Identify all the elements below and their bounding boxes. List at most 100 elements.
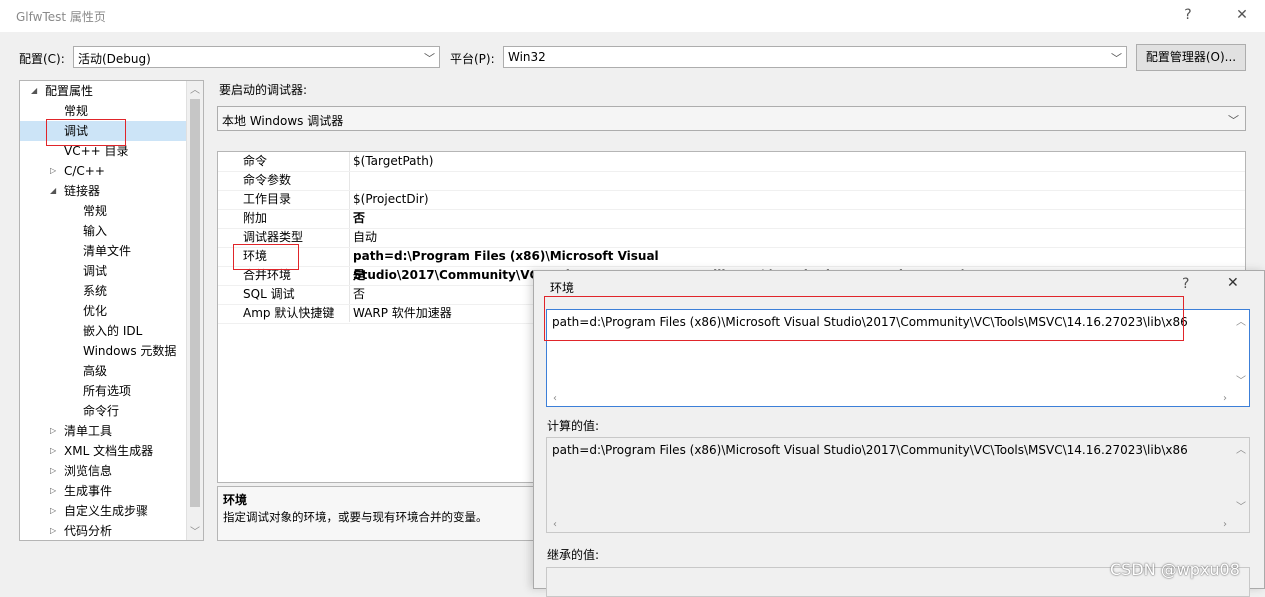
scroll-right-icon[interactable]: › xyxy=(1223,393,1227,404)
tree-item[interactable]: 调试 xyxy=(20,261,186,281)
tree-item-label: 自定义生成步骤 xyxy=(64,504,149,518)
config-manager-button[interactable]: 配置管理器(O)... xyxy=(1136,44,1246,71)
tree-item[interactable]: 清单文件 xyxy=(20,241,186,261)
collapsed-arrow-icon[interactable]: ▷ xyxy=(50,481,56,501)
property-tree: ◢ 配置属性 常规 调试 VC++ 目录 ▷ C/C++ ◢ 链接器 常规 输入 清单文件 调试 系统 优化… xyxy=(19,80,204,541)
scroll-left-icon[interactable]: ‹ xyxy=(553,393,557,404)
tree-item[interactable]: ▷ 浏览信息 xyxy=(20,461,186,481)
property-row[interactable]: 命令参数 xyxy=(218,171,1245,191)
scroll-right-icon[interactable]: › xyxy=(1223,519,1227,530)
tree-item[interactable]: 优化 xyxy=(20,301,186,321)
property-row[interactable]: 命令 $(TargetPath) xyxy=(218,152,1245,172)
tree-item[interactable]: 系统 xyxy=(20,281,186,301)
tree-item-label: 高级 xyxy=(83,364,108,378)
property-row[interactable]: 附加 否 xyxy=(218,209,1245,229)
scroll-up-icon[interactable]: ︿ xyxy=(190,81,200,96)
debugger-combo[interactable]: 本地 Windows 调试器 ﹀ xyxy=(217,106,1246,131)
property-row[interactable]: 调试器类型 自动 xyxy=(218,228,1245,248)
chevron-down-icon: ﹀ xyxy=(1228,114,1239,127)
dialog-title: 环境 xyxy=(550,281,575,295)
tree-item-label: C/C++ xyxy=(64,164,105,178)
scroll-down-icon[interactable]: ﹀ xyxy=(1236,498,1246,513)
config-value: 活动(Debug) xyxy=(78,52,151,66)
title-bar: GlfwTest 属性页 ? ✕ xyxy=(0,0,1265,32)
tree-item-label: 输入 xyxy=(83,224,108,238)
tree-item-label: 优化 xyxy=(83,304,108,318)
scroll-down-icon[interactable]: ﹀ xyxy=(1236,372,1246,387)
dialog-close-button[interactable]: ✕ xyxy=(1227,275,1239,291)
tree-item[interactable]: ▷ 自定义生成步骤 xyxy=(20,501,186,521)
chevron-down-icon: ﹀ xyxy=(1111,52,1122,65)
platform-label: 平台(P): xyxy=(450,52,495,66)
highlight-env-name xyxy=(233,244,299,270)
computed-value-box[interactable]: path=d:\Program Files (x86)\Microsoft Vi… xyxy=(546,437,1250,533)
tree-item-label: 所有选项 xyxy=(83,384,132,398)
scroll-up-icon[interactable]: ︿ xyxy=(1236,441,1246,456)
tree-item-label: 配置属性 xyxy=(45,84,94,98)
tree-item-label: 浏览信息 xyxy=(64,464,113,478)
collapsed-arrow-icon[interactable]: ▷ xyxy=(50,521,56,540)
scroll-left-icon[interactable]: ‹ xyxy=(553,519,557,530)
debugger-label: 要启动的调试器: xyxy=(219,83,308,97)
expanded-arrow-icon[interactable]: ◢ xyxy=(31,81,37,101)
tree-item[interactable]: ▷ 代码分析 xyxy=(20,521,186,540)
tree-item-label: 链接器 xyxy=(64,184,101,198)
tree-scroll-thumb[interactable] xyxy=(190,99,200,507)
tree-item-label: 常规 xyxy=(83,204,108,218)
tree-item[interactable]: ▷ XML 文档生成器 xyxy=(20,441,186,461)
tree-scrollbar[interactable]: ︿ ﹀ xyxy=(186,81,203,540)
dialog-help-button[interactable]: ? xyxy=(1182,276,1189,292)
collapsed-arrow-icon[interactable]: ▷ xyxy=(50,441,56,461)
scroll-down-icon[interactable]: ﹀ xyxy=(190,523,200,538)
tree-item[interactable]: ▷ 生成事件 xyxy=(20,481,186,501)
description-panel: 环境 指定调试对象的环境，或要与现有环境合并的变量。 xyxy=(217,486,542,541)
property-name: Amp 默认快捷键 xyxy=(243,306,335,320)
tree-item[interactable]: 所有选项 xyxy=(20,381,186,401)
property-value: 是 xyxy=(353,268,366,282)
expanded-arrow-icon[interactable]: ◢ xyxy=(50,181,56,201)
config-combo[interactable]: 活动(Debug) ﹀ xyxy=(73,46,440,68)
inherited-label: 继承的值: xyxy=(547,548,600,562)
description-title: 环境 xyxy=(223,493,248,507)
chevron-down-icon: ﹀ xyxy=(424,52,435,65)
close-button[interactable]: ✕ xyxy=(1227,4,1257,26)
tree-item-label: 清单文件 xyxy=(83,244,132,258)
tree-item[interactable]: 命令行 xyxy=(20,401,186,421)
tree-item[interactable]: 高级 xyxy=(20,361,186,381)
property-name: 附加 xyxy=(243,211,268,225)
tree-item-label: 命令行 xyxy=(83,404,120,418)
computed-label: 计算的值: xyxy=(547,419,600,433)
tree-item[interactable]: 嵌入的 IDL xyxy=(20,321,186,341)
tree-item[interactable]: Windows 元数据 xyxy=(20,341,186,361)
platform-combo[interactable]: Win32 ﹀ xyxy=(503,46,1127,68)
tree-item[interactable]: 常规 xyxy=(20,101,186,121)
platform-value: Win32 xyxy=(508,50,546,64)
property-row[interactable]: 工作目录 $(ProjectDir) xyxy=(218,190,1245,210)
watermark: CSDN @wpxu08 xyxy=(1110,560,1240,579)
property-value: $(TargetPath) xyxy=(353,154,434,168)
property-name: 命令 xyxy=(243,154,268,168)
collapsed-arrow-icon[interactable]: ▷ xyxy=(50,461,56,481)
tree-item-label: 代码分析 xyxy=(64,524,113,538)
tree-item[interactable]: 输入 xyxy=(20,221,186,241)
property-name: SQL 调试 xyxy=(243,287,295,301)
collapsed-arrow-icon[interactable]: ▷ xyxy=(50,421,56,441)
tree-item-label: 生成事件 xyxy=(64,484,113,498)
collapsed-arrow-icon[interactable]: ▷ xyxy=(50,161,56,181)
help-button[interactable]: ? xyxy=(1173,4,1203,26)
tree-item-label: Windows 元数据 xyxy=(83,344,177,358)
tree-item[interactable]: ▷ C/C++ xyxy=(20,161,186,181)
tree-item-label: 调试 xyxy=(83,264,108,278)
property-value: $(ProjectDir) xyxy=(353,192,429,206)
property-row[interactable]: 环境 path=d:\Program Files (x86)\Microsoft … xyxy=(218,247,1245,282)
scroll-up-icon[interactable]: ︿ xyxy=(1236,313,1246,328)
tree-item[interactable]: 常规 xyxy=(20,201,186,221)
collapsed-arrow-icon[interactable]: ▷ xyxy=(50,501,56,521)
tree-item[interactable]: ▷ 清单工具 xyxy=(20,421,186,441)
property-value: WARP 软件加速器 xyxy=(353,306,452,320)
tree-item-label: 清单工具 xyxy=(64,424,113,438)
property-name: 命令参数 xyxy=(243,173,292,187)
property-value: 否 xyxy=(353,211,366,225)
tree-item[interactable]: ◢ 链接器 xyxy=(20,181,186,201)
tree-item[interactable]: ◢ 配置属性 xyxy=(20,81,186,101)
